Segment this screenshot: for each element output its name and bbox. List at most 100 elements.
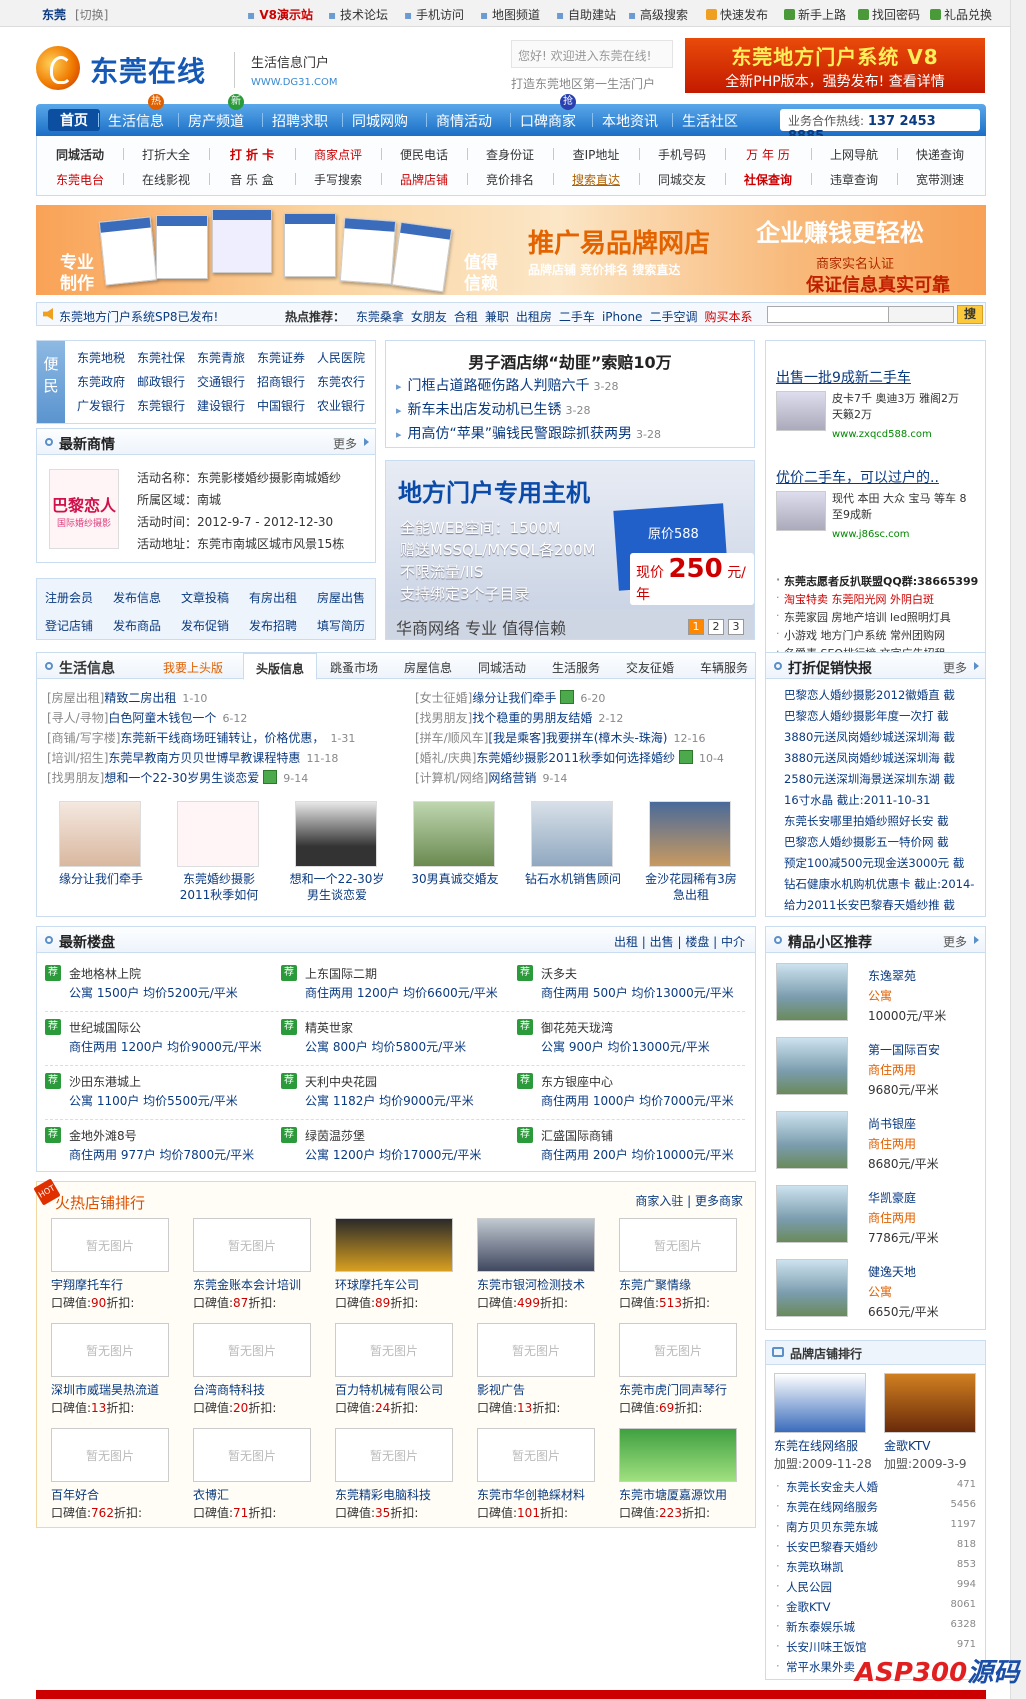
user-link[interactable]: 登记店铺 — [45, 617, 93, 634]
headline-item[interactable]: 用高仿“苹果”骗钱民警跟踪抓获两男3-28 — [396, 423, 661, 443]
property-item[interactable]: 荐沃多夫 商住两用 500户 均价13000元/平米 — [517, 965, 747, 1005]
brand-item[interactable]: 东莞玖琳凯 853 — [776, 1559, 976, 1575]
tab-5[interactable]: 交友征婚 — [613, 659, 687, 676]
community-item[interactable]: 东逸翠苑 公寓 10000元/平米 — [776, 963, 976, 1027]
convenience-link[interactable]: 东莞银行 — [137, 397, 185, 414]
top-link[interactable]: 快速发布 — [706, 6, 768, 23]
hosting-ad-page[interactable]: 1 — [688, 619, 704, 635]
right-text-link[interactable]: 东莞志愿者反扒联盟QQ群:38665399 — [776, 573, 978, 589]
subnav-link[interactable]: 万 年 历 — [725, 146, 811, 163]
top-link[interactable]: 新手上路 — [784, 6, 846, 23]
life-thumb-caption[interactable]: 想和一个22-30岁男生谈恋爱 — [287, 871, 387, 903]
property-item[interactable]: 荐汇盛国际商铺 商住两用 200户 均价10000元/平米 — [517, 1127, 747, 1167]
hot-keyword[interactable]: 二手车 — [559, 310, 595, 324]
shop-item[interactable]: 暂无图片 台湾商特科技 口碑值:20折扣: — [179, 1323, 311, 1423]
top-link[interactable]: ▪ 自助建站 — [556, 6, 616, 23]
top-link[interactable]: 礼品兑换 — [930, 6, 992, 23]
shop-item[interactable]: 暂无图片 东莞精彩电脑科技 口碑值:35折扣: — [321, 1428, 453, 1528]
merchant-more-link[interactable]: 更多 — [333, 435, 357, 452]
hot-keyword[interactable]: 东莞桑拿 — [356, 310, 404, 324]
subnav-link[interactable]: 音 乐 盒 — [209, 171, 295, 188]
subnav-link[interactable]: 查IP地址 — [553, 146, 639, 163]
subnav-link[interactable]: 搜索直达 — [553, 171, 639, 188]
tab-0[interactable]: 头版信息 — [243, 653, 317, 680]
life-info-item[interactable]: [培训/招生]东莞早教南方贝贝世博早教课程特惠 11-18 — [47, 749, 338, 766]
merchant-info-value[interactable]: 东莞市南城区城市风景15栋 — [197, 537, 344, 551]
user-link[interactable]: 发布招聘 — [249, 617, 297, 634]
top-link[interactable]: ▪ 地图频道 — [480, 6, 540, 23]
convenience-link[interactable]: 广发银行 — [77, 397, 125, 414]
convenience-link[interactable]: 东莞社保 — [137, 349, 185, 366]
property-item[interactable]: 荐御花苑天珑湾 公寓 900户 均价13000元/平米 — [517, 1019, 747, 1059]
property-item[interactable]: 荐绿茵温莎堡 公寓 1200户 均价17000元/平米 — [281, 1127, 511, 1167]
user-link[interactable]: 注册会员 — [45, 589, 93, 606]
subnav-link[interactable]: 宽带测速 — [897, 171, 983, 188]
life-thumb-image[interactable] — [531, 801, 613, 867]
promo-item[interactable]: 巴黎恋人婚纱摄影2012徽婚直 截 — [784, 687, 982, 703]
property-item[interactable]: 荐沙田东港城上 公寓 1100户 均价5500元/平米 — [45, 1073, 275, 1113]
search-category-select[interactable] — [888, 306, 954, 323]
life-thumb-caption[interactable]: 缘分让我们牵手 — [51, 871, 151, 887]
promo-item[interactable]: 东莞长安哪里拍婚纱照好长安 截 — [784, 813, 982, 829]
subnav-link[interactable]: 打折大全 — [123, 146, 209, 163]
nav-item-2[interactable]: 房产频道 — [188, 111, 244, 131]
property-links[interactable]: 出租 | 出售 | 楼盘 | 中介 — [614, 933, 745, 950]
property-item[interactable]: 荐金地格林上院 公寓 1500户 均价5200元/平米 — [45, 965, 275, 1005]
subnav-link[interactable]: 品牌店铺 — [381, 171, 467, 188]
subnav-link[interactable]: 快递查询 — [897, 146, 983, 163]
community-item[interactable]: 第一国际百安 商住两用 9680元/平米 — [776, 1037, 976, 1101]
user-link[interactable]: 有房出租 — [249, 589, 297, 606]
subnav-link[interactable]: 同城交友 — [639, 171, 725, 188]
top-link[interactable]: ▪ 手机访问 — [404, 6, 464, 23]
headline-item[interactable]: 门框占道路砸伤路人判赔六千3-28 — [396, 375, 619, 395]
ticker-news[interactable]: 东莞地方门户系统SP8已发布! — [59, 308, 218, 325]
brand-item[interactable]: 南方贝贝东莞东城 1197 — [776, 1519, 976, 1535]
hot-keyword[interactable]: 二手空调 — [649, 310, 697, 324]
community-item[interactable]: 健逸天地 公寓 6650元/平米 — [776, 1259, 976, 1323]
hosting-ad[interactable]: 地方门户专用主机 全能WEB空间：1500M 赠送MSSQL/MYSQL各200M… — [385, 460, 755, 640]
subnav-link[interactable]: 打 折 卡 — [209, 146, 295, 163]
city-switch-link[interactable]: [切换] — [75, 6, 108, 23]
convenience-link[interactable]: 招商银行 — [257, 373, 305, 390]
property-item[interactable]: 荐世纪城国际公 商住两用 1200户 均价9000元/平米 — [45, 1019, 275, 1059]
life-info-item[interactable]: [拼车/顺风车][我是乘客]我要拼车(樟木头-珠海) 12-16 — [415, 729, 705, 746]
hot-keyword[interactable]: 兼职 — [485, 310, 509, 324]
life-info-item[interactable]: [找男朋友]找个稳重的男朋友结婚 2-12 — [415, 709, 623, 726]
shop-item[interactable]: 暂无图片 宇翔摩托车行 口碑值:90折扣: — [37, 1218, 169, 1318]
property-item[interactable]: 荐天利中央花园 公寓 1182户 均价9000元/平米 — [281, 1073, 511, 1113]
life-thumb-image[interactable] — [413, 801, 495, 867]
subnav-link[interactable]: 商家点评 — [295, 146, 381, 163]
promo-item[interactable]: 巴黎恋人婚纱摄影年度一次打 截 — [784, 708, 982, 724]
convenience-link[interactable]: 农业银行 — [317, 397, 365, 414]
life-info-item[interactable]: [计算机/网络]网络营销 9-14 — [415, 769, 567, 786]
shop-item[interactable]: 暂无图片 影视广告 口碑值:13折扣: — [463, 1323, 595, 1423]
user-link[interactable]: 文章投稿 — [181, 589, 229, 606]
promo-item[interactable]: 3880元送凤岗婚纱城送深圳海 截 — [784, 750, 982, 766]
shops-links[interactable]: 商家入驻 | 更多商家 — [635, 1192, 743, 1209]
top-ad-banner[interactable]: 东莞地方门户系统 V8 全新PHP版本，强势发布! 查看详情 — [685, 38, 985, 93]
tab-4[interactable]: 生活服务 — [539, 659, 613, 676]
promo-item[interactable]: 钻石健康水机购机优惠卡 截止:2014- — [784, 876, 982, 892]
convenience-link[interactable]: 邮政银行 — [137, 373, 185, 390]
nav-item-6[interactable]: 口碑商家 — [520, 111, 576, 131]
nav-item-7[interactable]: 本地资讯 — [602, 111, 658, 131]
city-name[interactable]: 东莞 — [42, 6, 66, 23]
subnav-link[interactable]: 手机号码 — [639, 146, 725, 163]
tab-2[interactable]: 房屋信息 — [391, 659, 465, 676]
tab-3[interactable]: 同城活动 — [465, 659, 539, 676]
user-link[interactable]: 房屋出售 — [317, 589, 365, 606]
life-info-item[interactable]: [婚礼/庆典]东莞婚纱摄影2011秋季如何选择婚纱 10-4 — [415, 749, 724, 766]
promo-item[interactable]: 预定100减500元现金送3000元 截 — [784, 855, 982, 871]
nav-item-5[interactable]: 商情活动 — [436, 111, 492, 131]
tab-1[interactable]: 跳蚤市场 — [317, 659, 391, 676]
hot-keyword[interactable]: 女朋友 — [411, 310, 447, 324]
nav-item-1[interactable]: 生活信息 — [108, 111, 164, 131]
convenience-link[interactable]: 建设银行 — [197, 397, 245, 414]
used-car-ad[interactable]: 出售一批9成新二手车 皮卡7千 奥迪3万 雅阁2万 天籁2万 www.zxqcd58… — [776, 367, 976, 457]
shop-item[interactable]: 暂无图片 东莞市虎门同声琴行 口碑值:69折扣: — [605, 1323, 737, 1423]
brand-item[interactable]: 人民公园 994 — [776, 1579, 976, 1595]
subnav-link[interactable]: 违章查询 — [811, 171, 897, 188]
convenience-link[interactable]: 交通银行 — [197, 373, 245, 390]
merchant-image[interactable]: 巴黎恋人 国际婚纱摄影 — [49, 469, 119, 549]
hot-keyword[interactable]: iPhone — [602, 310, 643, 324]
